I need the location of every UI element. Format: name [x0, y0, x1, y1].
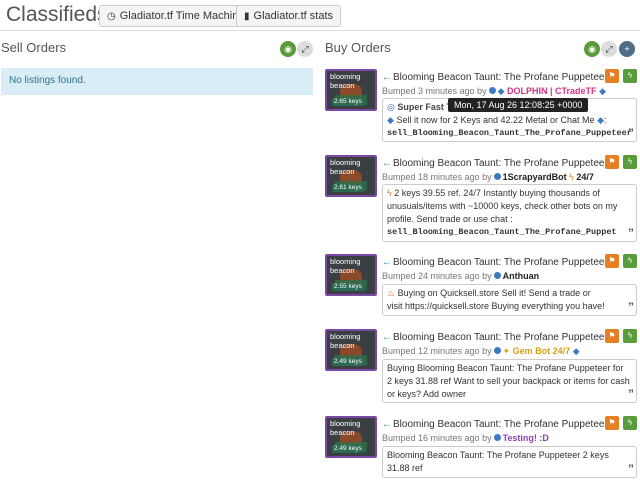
lightning-icon[interactable]: ϟ — [623, 329, 637, 343]
eye-icon[interactable]: ◉ — [280, 41, 296, 57]
flag-icon[interactable]: ⚑ — [605, 69, 619, 83]
timestamp-tooltip: Mon, 17 Aug 26 12:08:25 +0000 — [448, 98, 589, 112]
listing-message: ♨ Buying on Quicksell.store Sell it! Sen… — [382, 284, 637, 316]
user-name[interactable]: Gem Bot 24/7 — [513, 346, 571, 356]
item-thumbnail[interactable]: blooming beacon 2.61 keys — [325, 155, 377, 197]
user-name[interactable]: Testing! :D — [503, 433, 549, 443]
price-badge: 2.55 keys — [332, 283, 364, 291]
bar-chart-icon: ▮ — [244, 11, 250, 22]
time-machine-label: Gladiator.tf Time Machine — [119, 10, 245, 22]
item-name[interactable]: ←Blooming Beacon Taunt: The Profane Pupp… — [382, 332, 608, 343]
item-name[interactable]: ←Blooming Beacon Taunt: The Profane Pupp… — [382, 257, 608, 268]
user-name[interactable]: Anthuan — [503, 271, 540, 281]
add-icon[interactable]: + — [619, 41, 635, 57]
quote-icon: ” — [628, 226, 634, 240]
bump-info: Bumped 18 minutes ago by 1ScrapyardBot ϟ … — [382, 172, 594, 182]
lightning-icon[interactable]: ϟ — [623, 155, 637, 169]
thumb-text: blooming beacon — [330, 419, 361, 437]
thumb-text: blooming beacon — [330, 72, 361, 90]
flag-icon[interactable]: ⚑ — [605, 416, 619, 430]
lightning-icon[interactable]: ϟ — [623, 416, 637, 430]
listing-message: Blooming Beacon Taunt: The Profane Puppe… — [382, 446, 637, 478]
stats-button[interactable]: ▮ Gladiator.tf stats — [236, 5, 341, 27]
bump-info: Bumped 16 minutes ago by Testing! :D — [382, 433, 549, 443]
item-thumbnail[interactable]: blooming beacon 2.49 keys — [325, 329, 377, 371]
item-thumbnail[interactable]: blooming beacon 2.55 keys — [325, 254, 377, 296]
price-badge: 2.49 keys — [332, 445, 364, 453]
arrow-left-icon: ← — [382, 419, 392, 430]
header-divider — [0, 30, 640, 31]
listing-message: ϟ 2 keys 39.55 ref. 24/7 Instantly buyin… — [382, 184, 637, 242]
item-name[interactable]: ←Blooming Beacon Taunt: The Profane Pupp… — [382, 419, 608, 430]
item-thumbnail[interactable]: blooming beacon 2.49 keys — [325, 416, 377, 458]
user-name[interactable]: DOLPHIN | CTradeTF — [507, 86, 597, 96]
expand-icon[interactable]: ⤢ — [601, 41, 617, 57]
user-name[interactable]: 1ScrapyardBot — [503, 172, 567, 182]
clock-icon: ◷ — [107, 11, 116, 22]
bump-info: Bumped 12 minutes ago by ✦ Gem Bot 24/7 ◆ — [382, 346, 580, 356]
buy-orders-title: Buy Orders — [325, 40, 391, 55]
arrow-left-icon: ← — [382, 72, 392, 83]
lightning-icon[interactable]: ϟ — [623, 254, 637, 268]
quote-icon: ” — [628, 387, 634, 401]
quote-icon: ” — [628, 126, 634, 140]
flag-icon[interactable]: ⚑ — [605, 329, 619, 343]
top-bar: Classifieds ◷ Gladiator.tf Time Machine ▮… — [0, 0, 640, 30]
thumb-text: blooming beacon — [330, 332, 361, 350]
expand-icon[interactable]: ⤢ — [297, 41, 313, 57]
no-listings-alert: No listings found. — [1, 68, 313, 95]
listing-message: Buying Blooming Beacon Taunt: The Profan… — [382, 359, 637, 403]
time-machine-button[interactable]: ◷ Gladiator.tf Time Machine — [99, 5, 253, 27]
item-name[interactable]: ←Blooming Beacon Taunt: The Profane Pupp… — [382, 158, 608, 169]
item-name[interactable]: ←Blooming Beacon Taunt: The Profane Pupp… — [382, 72, 608, 83]
stats-label: Gladiator.tf stats — [253, 10, 333, 22]
price-badge: 2.65 keys — [332, 98, 364, 106]
arrow-left-icon: ← — [382, 332, 392, 343]
item-thumbnail[interactable]: blooming beacon 2.65 keys — [325, 69, 377, 111]
flag-icon[interactable]: ⚑ — [605, 155, 619, 169]
page-title: Classifieds — [6, 3, 108, 26]
eye-icon[interactable]: ◉ — [584, 41, 600, 57]
flag-icon[interactable]: ⚑ — [605, 254, 619, 268]
price-badge: 2.61 keys — [332, 184, 364, 192]
bump-info: Bumped 24 minutes ago by Anthuan — [382, 271, 540, 281]
price-badge: 2.49 keys — [332, 358, 364, 366]
arrow-left-icon: ← — [382, 257, 392, 268]
quote-icon: ” — [628, 462, 634, 476]
lightning-icon[interactable]: ϟ — [623, 69, 637, 83]
quote-icon: ” — [628, 300, 634, 314]
thumb-text: blooming beacon — [330, 257, 361, 275]
bump-info: Bumped 3 minutes ago by ◆ DOLPHIN | CTrad… — [382, 86, 606, 96]
thumb-text: blooming beacon — [330, 158, 361, 176]
sell-orders-title: Sell Orders — [1, 40, 67, 55]
arrow-left-icon: ← — [382, 158, 392, 169]
